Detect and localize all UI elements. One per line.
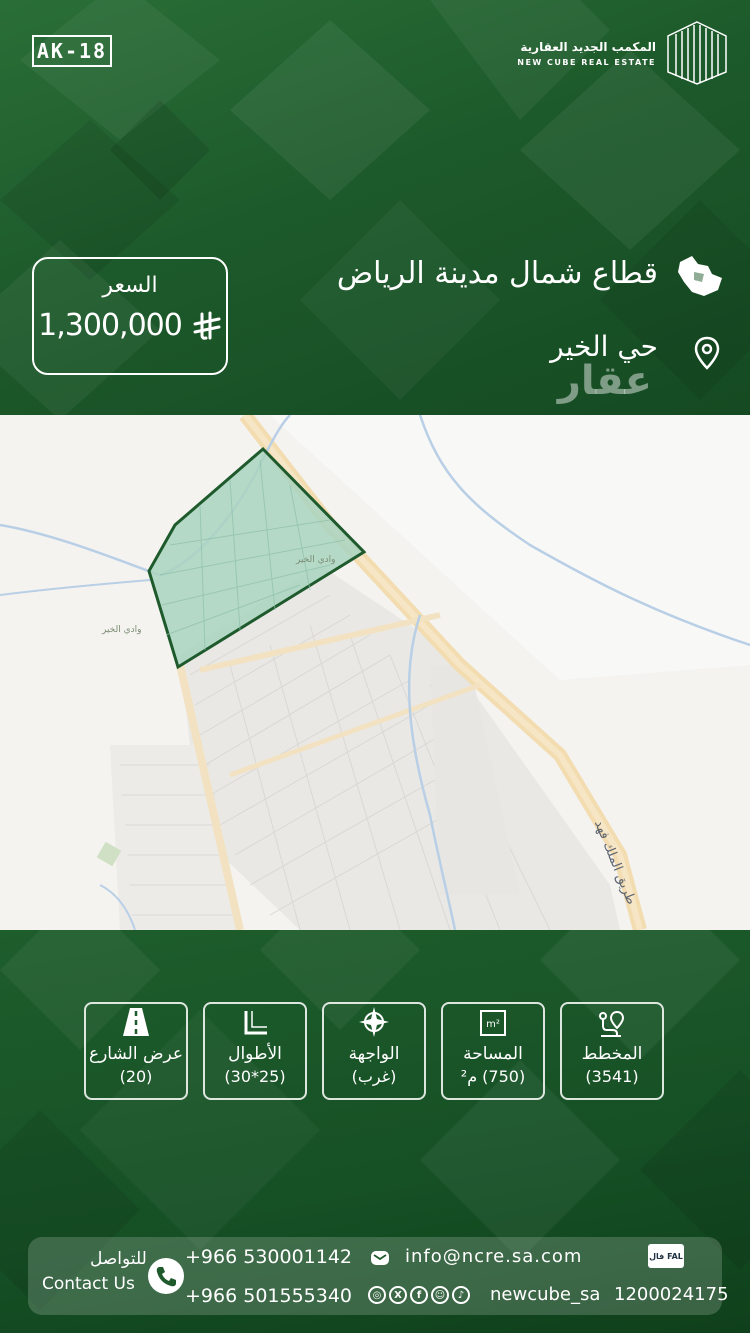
- cube-logo-icon: [667, 21, 727, 85]
- spec-cards: المخطط (3541) m² المساحة (750) م² الواجه…: [84, 1002, 666, 1102]
- spec-label: الأطوال: [228, 1044, 282, 1064]
- sector-title: قطاع شمال مدينة الرياض: [336, 256, 658, 291]
- email-link[interactable]: info@ncre.sa.com: [405, 1246, 582, 1267]
- spec-value: (غرب): [351, 1067, 397, 1086]
- spec-label: المساحة: [463, 1044, 523, 1064]
- contact-bar: للتواصل Contact Us +966 530001142 +966 5…: [28, 1237, 729, 1315]
- spec-card-area: m² المساحة (750) م²: [441, 1002, 545, 1100]
- facebook-icon[interactable]: f: [410, 1286, 428, 1304]
- saudi-riyal-icon: [193, 311, 221, 340]
- listing-code: AK-18: [32, 35, 112, 67]
- social-handle[interactable]: newcube_sa: [490, 1284, 600, 1305]
- spec-card-plan: المخطط (3541): [560, 1002, 664, 1100]
- header-panel: AK-18 المكمب الجديد العقارية NEW CUBE RE…: [0, 0, 750, 415]
- spec-label: عرض الشارع: [88, 1044, 184, 1064]
- location-map[interactable]: وادي الخير وادي الخير طريق الملك فهد: [0, 415, 750, 930]
- tiktok-icon[interactable]: ♪: [452, 1286, 470, 1304]
- brand-name-en: NEW CUBE REAL ESTATE: [517, 57, 656, 67]
- spec-value: (750) م²: [460, 1067, 526, 1086]
- area-m2-icon: m²: [480, 1010, 506, 1036]
- map-canvas: [0, 415, 750, 930]
- price-value: 1,300,000: [38, 308, 183, 343]
- social-icons: ◎ X f ☺ ♪: [368, 1286, 470, 1304]
- map-label-wadi-2: وادي الخير: [102, 625, 142, 635]
- spec-label: الواجهة: [348, 1044, 400, 1064]
- spec-card-street-width: عرض الشارع (20): [84, 1002, 188, 1100]
- brand-name-ar: المكمب الجديد العقارية: [520, 39, 656, 54]
- mail-icon: [371, 1251, 389, 1265]
- x-icon[interactable]: X: [389, 1286, 407, 1304]
- watermark-logo: عقار: [557, 358, 652, 404]
- plan-pin-icon: [599, 1010, 625, 1037]
- snapchat-icon[interactable]: ☺: [431, 1286, 449, 1304]
- price-label: السعر: [102, 273, 158, 298]
- location-pin-icon: [694, 336, 720, 370]
- map-label-wadi-1: وادي الخير: [296, 555, 336, 565]
- compass-icon: [359, 1007, 389, 1037]
- phone-icon: [148, 1258, 184, 1294]
- spec-value: (3541): [585, 1067, 639, 1086]
- instagram-icon[interactable]: ◎: [368, 1286, 386, 1304]
- saudi-map-icon: [678, 256, 722, 296]
- phone-number-2[interactable]: +966 501555340: [185, 1285, 352, 1307]
- spec-card-facade: الواجهة (غرب): [322, 1002, 426, 1100]
- spec-value: (25*30): [224, 1067, 286, 1086]
- price-box: السعر 1,300,000: [32, 257, 228, 375]
- road-icon: [123, 1008, 149, 1036]
- spec-card-dimensions: الأطوال (25*30): [203, 1002, 307, 1100]
- svg-text:m²: m²: [486, 1019, 500, 1030]
- spec-label: المخطط: [581, 1044, 643, 1064]
- fal-license-badge: فال FAL: [648, 1244, 684, 1268]
- dimensions-icon: [244, 1011, 267, 1035]
- brand-logo: المكمب الجديد العقارية NEW CUBE REAL EST…: [517, 20, 728, 86]
- phone-number-1[interactable]: +966 530001142: [185, 1246, 352, 1268]
- contact-label-en: Contact Us: [42, 1274, 135, 1294]
- license-number: 1200024175: [614, 1284, 729, 1305]
- contact-label-ar: للتواصل: [90, 1249, 147, 1269]
- spec-value: (20): [119, 1067, 153, 1086]
